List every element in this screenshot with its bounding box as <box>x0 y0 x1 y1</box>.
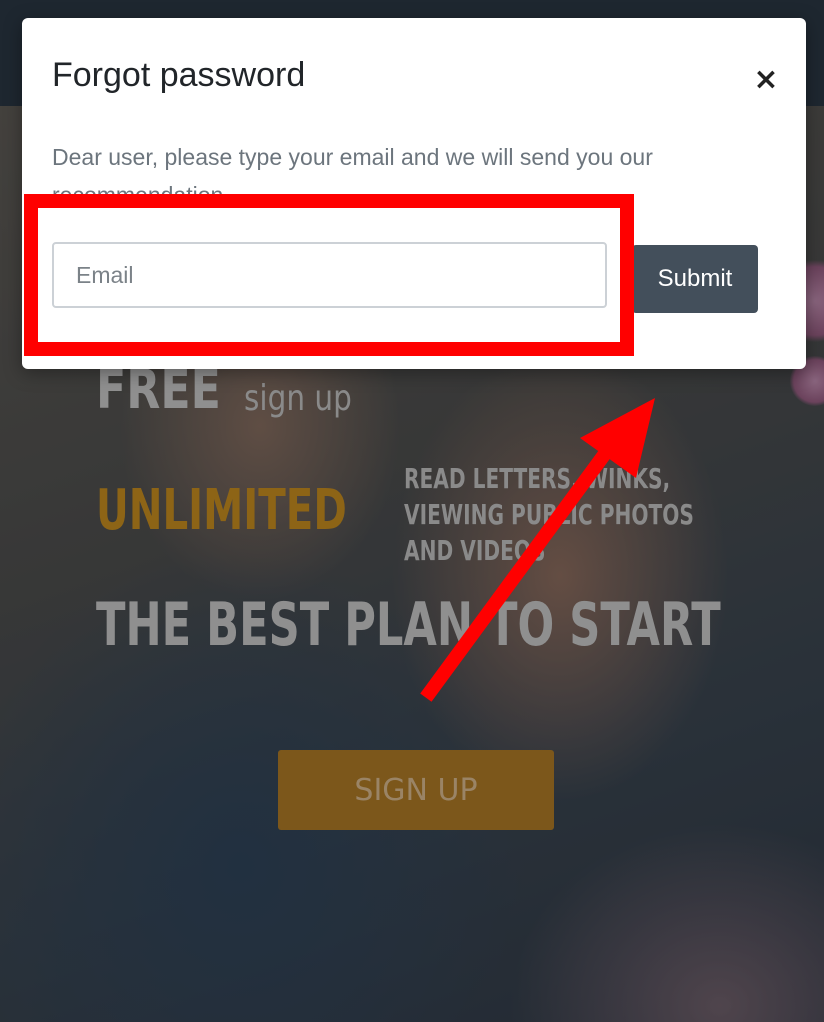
email-input[interactable] <box>52 242 607 308</box>
hero-unlimited-label: UNLIMITED <box>96 478 347 543</box>
modal-title: Forgot password <box>52 56 306 94</box>
modal-description: Dear user, please type your email and we… <box>52 144 653 194</box>
submit-button[interactable]: Submit <box>632 245 758 313</box>
signup-button[interactable]: SIGN UP <box>278 750 554 830</box>
close-icon[interactable]: × <box>752 65 780 95</box>
forgot-password-modal: Forgot password × Dear user, please type… <box>22 18 806 369</box>
hero-features-text: READ LETTERS, WINKS, VIEWING PUBLIC PHOT… <box>404 462 694 567</box>
hero-best-plan-heading: THE BEST PLAN TO START <box>96 590 721 660</box>
hero-signup-small-label: sign up <box>244 378 352 419</box>
